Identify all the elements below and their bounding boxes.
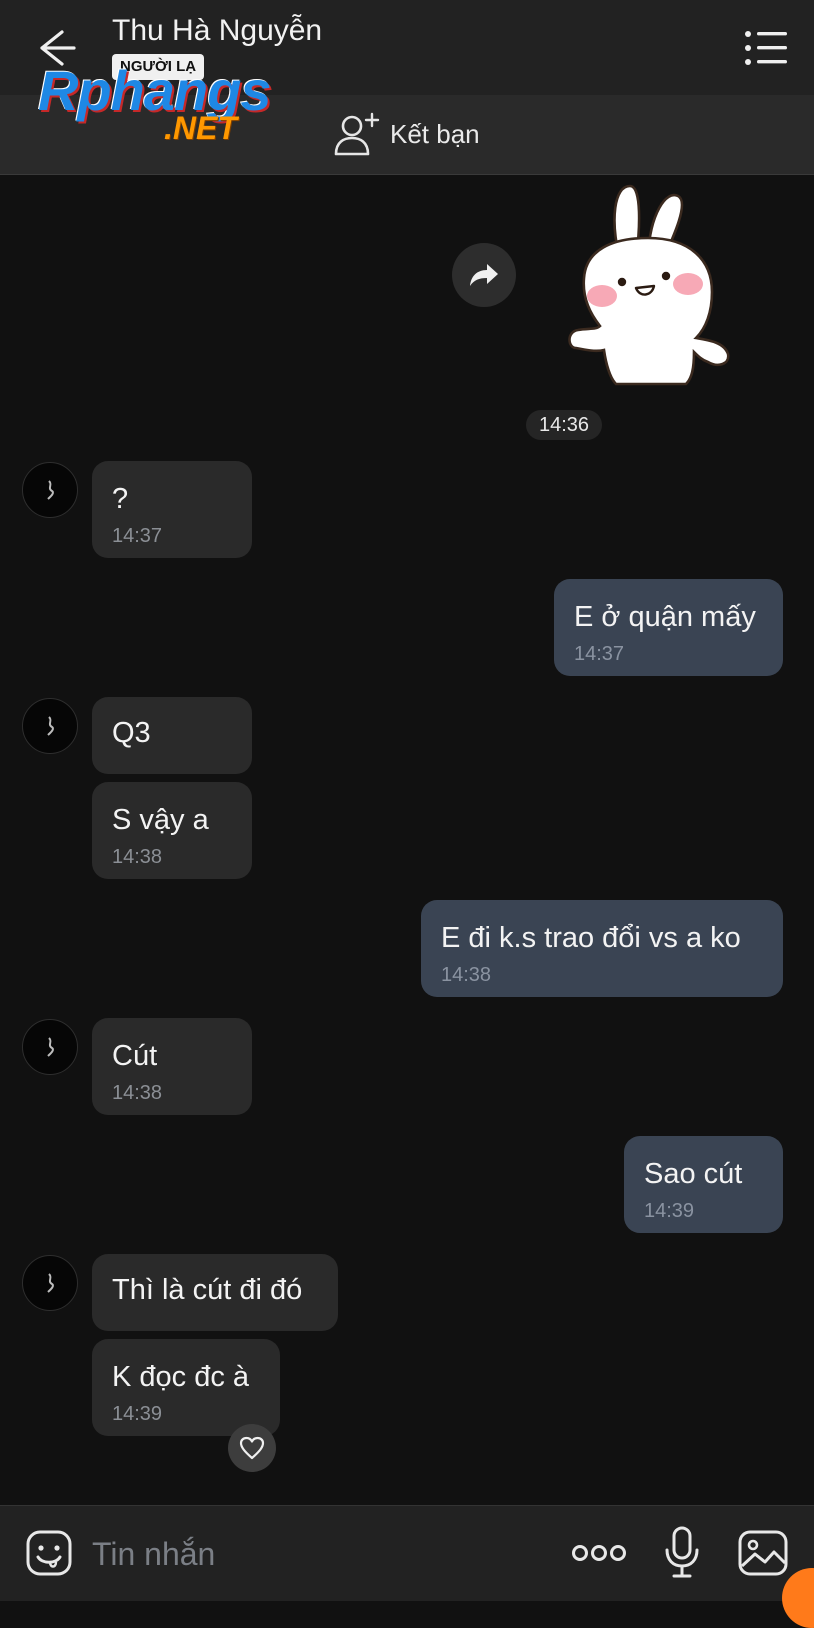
message-text: E đi k.s trao đổi vs a ko: [441, 922, 741, 954]
message-text: S vậy a: [112, 804, 209, 836]
microphone-icon[interactable]: [664, 1526, 700, 1580]
add-friend-label: Kết bạn: [390, 118, 480, 149]
message-bubble-outgoing[interactable]: E đi k.s trao đổi vs a ko 14:38: [421, 900, 783, 997]
watermark-logo: Rphangs .NET: [38, 58, 288, 148]
sticker-timestamp: 14:36: [526, 410, 602, 440]
message-bubble-incoming[interactable]: S vậy a 14:38: [92, 782, 252, 879]
message-text: Q3: [112, 717, 151, 749]
message-bubble-incoming[interactable]: K đọc đc à 14:39: [92, 1339, 280, 1436]
share-forward-icon[interactable]: [452, 243, 516, 307]
message-time: 14:38: [112, 1082, 163, 1104]
message-composer: [0, 1505, 814, 1601]
avatar[interactable]: [22, 698, 78, 754]
avatar[interactable]: [22, 462, 78, 518]
image-icon[interactable]: [738, 1530, 788, 1576]
message-bubble-incoming[interactable]: Cút 14:38: [92, 1018, 252, 1115]
message-text: E ở quận mấy: [574, 601, 756, 633]
list-menu-icon[interactable]: [744, 28, 788, 68]
message-bubble-outgoing[interactable]: E ở quận mấy 14:37: [554, 579, 783, 676]
avatar[interactable]: [22, 1019, 78, 1075]
message-input[interactable]: [90, 1532, 534, 1576]
message-bubble-incoming[interactable]: ? 14:37: [92, 461, 252, 558]
avatar[interactable]: [22, 1255, 78, 1311]
message-time: 14:37: [574, 643, 625, 665]
message-text: Thì là cút đi đó: [112, 1274, 303, 1306]
message-time: 14:39: [112, 1403, 163, 1425]
contact-name[interactable]: Thu Hà Nguyễn: [112, 14, 322, 48]
more-dots-icon[interactable]: [572, 1540, 626, 1566]
watermark-domain-text: .NET: [164, 110, 237, 146]
add-friend-button[interactable]: Kết bạn: [334, 111, 480, 157]
message-bubble-incoming[interactable]: Q3: [92, 697, 252, 774]
message-time: 14:38: [112, 846, 163, 868]
heart-icon[interactable]: [228, 1424, 276, 1472]
message-text: Sao cút: [644, 1158, 743, 1190]
message-time: 14:38: [441, 964, 492, 986]
emoji-icon[interactable]: [26, 1530, 72, 1576]
message-time: 14:37: [112, 525, 163, 547]
message-text: K đọc đc à: [112, 1361, 250, 1393]
message-bubble-outgoing[interactable]: Sao cút 14:39: [624, 1136, 783, 1233]
bunny-sticker[interactable]: [562, 180, 742, 390]
message-time: 14:39: [644, 1200, 695, 1222]
message-bubble-incoming[interactable]: Thì là cút đi đó: [92, 1254, 338, 1331]
add-user-icon: [334, 112, 380, 156]
message-text: Cút: [112, 1040, 158, 1072]
message-text: ?: [112, 483, 129, 515]
